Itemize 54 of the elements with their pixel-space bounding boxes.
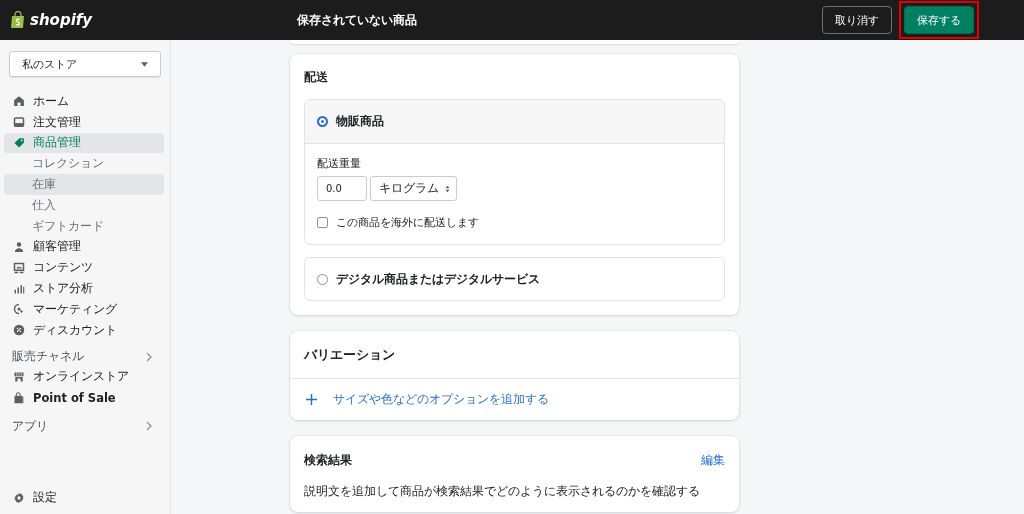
nav-subitem[interactable]: ギフトカード — [4, 215, 164, 237]
nav-item[interactable]: ディスカウント — [4, 319, 164, 341]
checkbox-label: この商品を海外に配送します — [336, 215, 479, 230]
cancel-button[interactable]: 取り消す — [822, 6, 892, 34]
card-title: 配送 — [304, 70, 329, 85]
section-heading: アプリ — [12, 417, 48, 435]
bar-chart-icon — [13, 282, 25, 295]
option-label: 物販商品 — [336, 113, 384, 130]
nav-item[interactable]: オンラインストア — [4, 366, 164, 388]
nav-item[interactable]: Point of Sale — [4, 387, 164, 409]
target-icon — [13, 303, 25, 316]
nav-item[interactable]: コンテンツ — [4, 257, 164, 279]
logo-text: shopify — [30, 11, 93, 29]
tag-icon — [13, 137, 25, 149]
home-icon — [13, 95, 25, 108]
unit-select[interactable]: キログラム — [370, 176, 457, 201]
inbox-icon — [13, 116, 25, 129]
settings-icon — [13, 491, 25, 504]
card-title: 検索結果 — [304, 453, 352, 468]
settings-item[interactable]: 設定 — [4, 487, 164, 508]
option-label: デジタル商品またはデジタルサービス — [336, 270, 540, 288]
nav-subitem[interactable]: 在庫 — [4, 174, 164, 195]
field-label: 配送重量 — [317, 156, 361, 171]
nav-subitem[interactable]: 仕入 — [4, 195, 164, 216]
radio-button[interactable] — [317, 116, 328, 127]
shopping-bag-icon — [10, 11, 26, 29]
store-icon — [13, 370, 25, 383]
nav-item[interactable]: 顧客管理 — [4, 236, 164, 258]
sort-arrows-icon — [445, 184, 450, 193]
nav-item[interactable]: 注文管理 — [4, 111, 164, 133]
card-title: バリエーション — [290, 331, 739, 379]
section-heading: 販売チャネル — [12, 348, 84, 366]
page-title: 保存されていない商品 — [297, 11, 417, 29]
store-selector[interactable]: 私のストア — [9, 51, 161, 77]
chevron-right-icon[interactable] — [146, 421, 152, 432]
nav-item[interactable]: 商品管理 — [4, 132, 164, 154]
shopping-bag-icon — [13, 391, 25, 404]
add-option-link[interactable]: サイズや色などのオプションを追加する — [333, 391, 549, 408]
nav-item[interactable]: ストア分析 — [4, 278, 164, 299]
person-icon — [13, 240, 25, 253]
save-button[interactable]: 保存する — [904, 6, 974, 34]
chevron-right-icon[interactable] — [146, 351, 152, 362]
nav-item[interactable]: ホーム — [4, 91, 164, 112]
nav-subitem[interactable]: コレクション — [4, 153, 164, 175]
checkbox[interactable] — [317, 217, 328, 228]
radio-button[interactable] — [317, 273, 328, 285]
weight-input[interactable]: 0.0 — [317, 176, 367, 201]
edit-link[interactable]: 編集 — [701, 452, 725, 469]
plus-icon — [306, 394, 317, 405]
caret-icon — [141, 61, 148, 67]
card-description: 説明文を追加して商品が検索結果でどのように表示されるのかを確認する — [304, 483, 701, 500]
content-icon — [13, 261, 25, 274]
discount-icon — [13, 324, 25, 337]
nav-item[interactable]: マーケティング — [4, 298, 164, 320]
